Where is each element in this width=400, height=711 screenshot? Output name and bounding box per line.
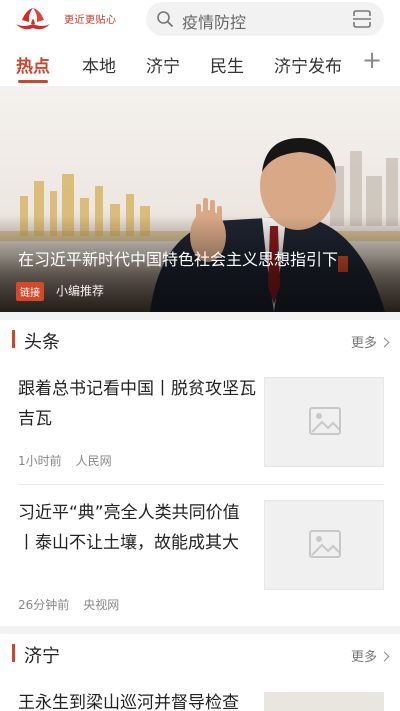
news-title[interactable]: 习近平“典”亮全人类共同价值丨泰山不让土壤，故能成其大 <box>18 498 256 558</box>
add-channel-icon[interactable]: + <box>362 46 382 74</box>
news-thumbnail[interactable] <box>264 377 384 467</box>
section-divider <box>0 626 400 634</box>
banner-source: 小编推荐 <box>56 284 105 298</box>
channel-tabs: 热点 本地 济宁 民生 济宁发布 + <box>0 40 400 86</box>
app-logo-icon[interactable] <box>14 6 52 34</box>
link-badge: 链接 <box>16 282 44 301</box>
news-meta: 26分钟前 央视网 <box>18 596 119 613</box>
headlines-section-header: 头条 更多 <box>0 320 400 360</box>
top-header: 更近更贴心 疫情防控 <box>0 0 400 40</box>
tab-hot[interactable]: 热点 <box>16 52 50 77</box>
headlines-more-link[interactable]: 更多 <box>350 332 390 351</box>
logo-tagline: 更近更贴心 <box>64 15 117 26</box>
news-source: 央视网 <box>83 598 120 612</box>
news-time: 26分钟前 <box>18 598 70 612</box>
search-icon <box>157 11 173 27</box>
news-time: 1小时前 <box>18 454 62 468</box>
tab-local[interactable]: 本地 <box>82 52 116 77</box>
jining-more-link[interactable]: 更多 <box>350 646 390 665</box>
headlines-title: 头条 <box>24 332 60 353</box>
tab-jining[interactable]: 济宁 <box>146 52 180 77</box>
more-label: 更多 <box>350 650 377 665</box>
tab-jining-release[interactable]: 济宁发布 <box>274 52 342 77</box>
news-title[interactable]: 王永生到梁山巡河并督导检查 <box>18 688 256 711</box>
banner-title[interactable]: 在习近平新时代中国特色社会主义思想指引下 <box>18 246 338 270</box>
section-accent-bar <box>12 330 15 348</box>
image-placeholder-icon <box>309 530 341 558</box>
scan-icon[interactable] <box>352 9 372 29</box>
news-thumbnail[interactable] <box>264 692 384 711</box>
section-accent-bar <box>12 644 15 662</box>
news-title[interactable]: 跟着总书记看中国丨脱贫攻坚瓦吉瓦 <box>18 374 256 434</box>
search-input[interactable]: 疫情防控 <box>146 2 384 36</box>
news-thumbnail[interactable] <box>264 500 384 590</box>
chevron-right-icon <box>379 651 390 662</box>
jining-section-header: 济宁 更多 <box>0 634 400 674</box>
news-source: 人民网 <box>75 454 112 468</box>
tab-active-indicator <box>18 80 48 83</box>
item-separator <box>18 484 384 485</box>
search-placeholder: 疫情防控 <box>182 13 247 32</box>
featured-banner[interactable]: 在习近平新时代中国特色社会主义思想指引下 链接 小编推荐 <box>0 86 400 312</box>
more-label: 更多 <box>350 336 377 351</box>
chevron-right-icon <box>379 337 390 348</box>
news-meta: 1小时前 人民网 <box>18 452 112 469</box>
image-placeholder-icon <box>309 407 341 435</box>
section-divider <box>0 312 400 320</box>
jining-title: 济宁 <box>24 646 60 667</box>
tab-livelihood[interactable]: 民生 <box>210 52 244 77</box>
